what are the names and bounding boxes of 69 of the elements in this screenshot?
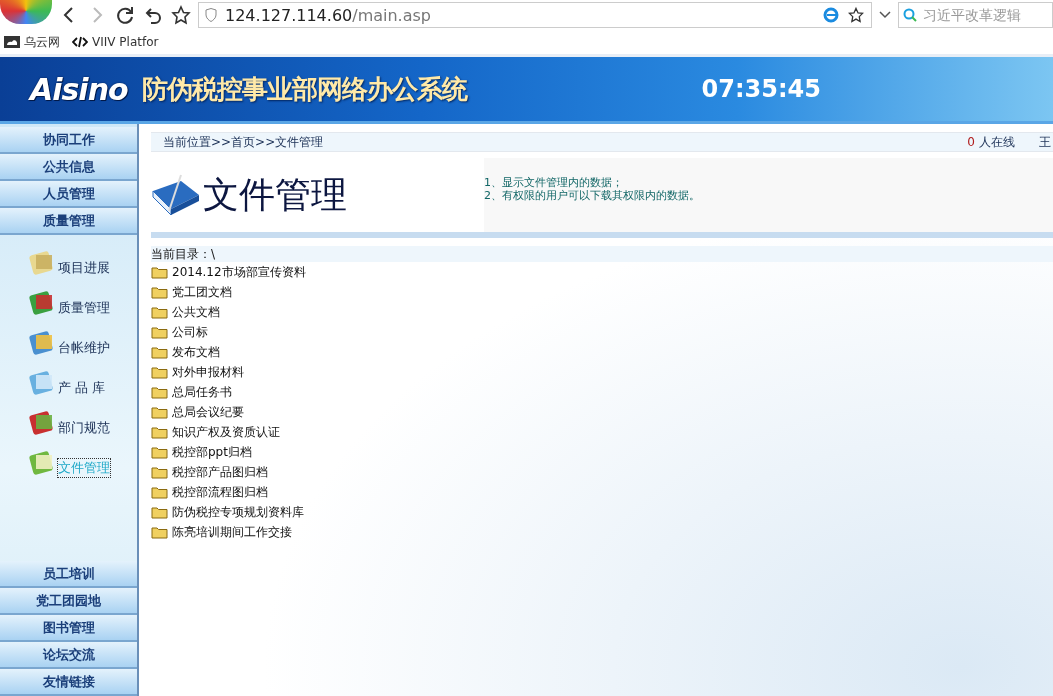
- folder-icon: [151, 305, 168, 319]
- folder-icon: [151, 525, 168, 539]
- dropdown-icon[interactable]: [878, 10, 892, 20]
- cloud-icon: [4, 36, 20, 48]
- reload-icon[interactable]: [114, 4, 136, 26]
- star-icon[interactable]: [847, 6, 865, 24]
- folder-icon: [151, 485, 168, 499]
- online-label: 人在线: [979, 133, 1015, 151]
- online-count: 0: [967, 135, 975, 149]
- folder-link[interactable]: 对外申报材料: [151, 362, 1053, 382]
- folder-icon: [151, 345, 168, 359]
- note-text: 2、有权限的用户可以下载其权限内的数据。: [484, 189, 701, 202]
- code-icon: [72, 36, 88, 48]
- menu-button[interactable]: 协同工作: [0, 127, 137, 154]
- folder-icon: [151, 285, 168, 299]
- folder-link[interactable]: 税控部流程图归档: [151, 482, 1053, 502]
- search-icon: [903, 8, 917, 22]
- folder-icon: [151, 445, 168, 459]
- folder-icon: [151, 385, 168, 399]
- bookmark-link[interactable]: VIIV Platfor: [72, 35, 159, 49]
- breadcrumb: 当前位置>>首页>>文件管理: [163, 133, 325, 151]
- folder-link[interactable]: 税控部ppt归档: [151, 442, 1053, 462]
- note-text: 1、显示文件管理内的数据；: [484, 176, 624, 189]
- menu-button[interactable]: 人员管理: [0, 181, 137, 208]
- sidebar-item[interactable]: 台帐维护: [28, 327, 137, 357]
- star-icon[interactable]: [170, 4, 192, 26]
- folder-link[interactable]: 总局会议纪要: [151, 402, 1053, 422]
- brand-logo: Aisino: [30, 71, 128, 107]
- search-field[interactable]: 习近平改革逻辑: [898, 2, 1053, 28]
- folder-link[interactable]: 防伪税控专项规划资料库: [151, 502, 1053, 522]
- menu-button[interactable]: 论坛交流: [0, 642, 137, 669]
- menu-button[interactable]: 公共信息: [0, 154, 137, 181]
- shield-icon: [205, 8, 217, 22]
- sidebar-item[interactable]: 产 品 库: [28, 367, 137, 397]
- user-name: 王: [1039, 133, 1051, 151]
- folder-icon: [151, 325, 168, 339]
- system-title: 防伪税控事业部网络办公系统: [141, 72, 469, 106]
- address-bar[interactable]: 124.127.114.60/main.asp: [198, 2, 872, 28]
- folder-icon: [151, 505, 168, 519]
- menu-button[interactable]: 党工团园地: [0, 588, 137, 615]
- url-host: 124.127.114.60: [225, 5, 353, 25]
- folder-icon: [151, 405, 168, 419]
- page-title: 文件管理: [203, 172, 347, 217]
- folder-link[interactable]: 公司标: [151, 322, 1053, 342]
- folder-link[interactable]: 党工团文档: [151, 282, 1053, 302]
- menu-button[interactable]: 友情链接: [0, 669, 137, 696]
- menu-button[interactable]: 质量管理: [0, 208, 137, 235]
- folder-link[interactable]: 陈亮培训期间工作交接: [151, 522, 1053, 542]
- folder-link[interactable]: 税控部产品图归档: [151, 462, 1053, 482]
- book-pen-icon: [151, 173, 201, 217]
- current-directory: 当前目录：\: [151, 246, 1053, 262]
- folder-link[interactable]: 发布文档: [151, 342, 1053, 362]
- folder-link[interactable]: 2014.12市场部宣传资料: [151, 262, 1053, 282]
- url-path: /main.asp: [352, 5, 432, 25]
- menu-button[interactable]: 图书管理: [0, 615, 137, 642]
- folder-link[interactable]: 总局任务书: [151, 382, 1053, 402]
- folder-icon: [151, 365, 168, 379]
- folder-icon: [151, 465, 168, 479]
- folder-link[interactable]: 知识产权及资质认证: [151, 422, 1053, 442]
- sidebar-item[interactable]: 质量管理: [28, 287, 137, 317]
- sidebar-item[interactable]: 部门规范: [28, 407, 137, 437]
- menu-button[interactable]: 员工培训: [0, 561, 137, 588]
- bookmark-link[interactable]: 乌云网: [4, 33, 60, 51]
- sidebar-item[interactable]: 项目进展: [28, 247, 137, 277]
- browser-logo[interactable]: [0, 0, 52, 24]
- folder-icon: [151, 265, 168, 279]
- clock: 07:35:45: [701, 75, 821, 103]
- folder-link[interactable]: 公共文档: [151, 302, 1053, 322]
- folder-icon: [151, 425, 168, 439]
